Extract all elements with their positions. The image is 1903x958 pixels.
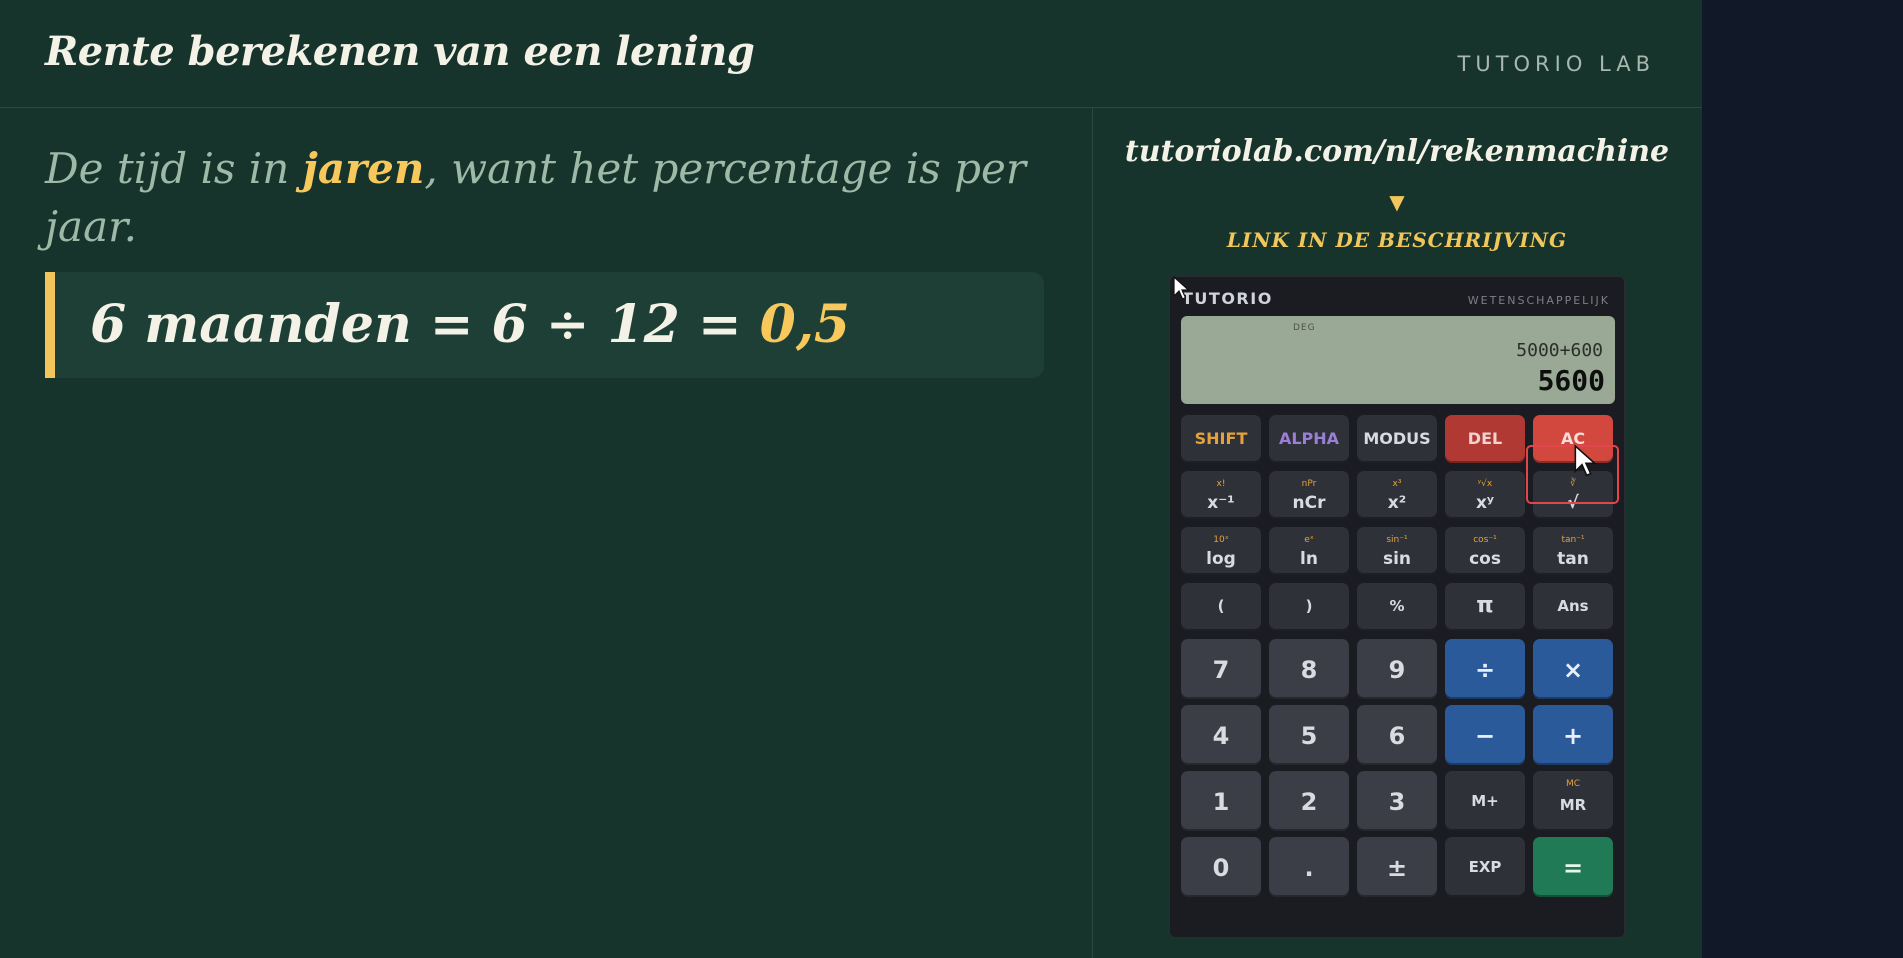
equation-text: 6 maanden = 6 ÷ 12 = <box>90 294 760 355</box>
digit-9-button[interactable]: 9 <box>1357 639 1437 699</box>
digit-5-button[interactable]: 5 <box>1269 705 1349 765</box>
angle-mode-indicator: DEG <box>1293 323 1316 333</box>
page-title: Rente berekenen van een lening <box>45 28 755 75</box>
equation-box: 6 maanden = 6 ÷ 12 = 0,5 <box>45 272 1044 378</box>
header-bar: Rente berekenen van een lening TUTORIO L… <box>0 0 1702 108</box>
digit-3-button[interactable]: 3 <box>1357 771 1437 831</box>
pi-button[interactable]: π <box>1445 583 1525 631</box>
right-paren-button[interactable]: ) <box>1269 583 1349 631</box>
digit-1-button[interactable]: 1 <box>1181 771 1261 831</box>
cursor-arrow-icon <box>1173 276 1191 300</box>
memory-add-button[interactable]: M+ <box>1445 771 1525 831</box>
divide-button[interactable]: ÷ <box>1445 639 1525 699</box>
lesson-highlight: jaren <box>302 144 425 193</box>
plus-button[interactable]: + <box>1533 705 1613 765</box>
focus-highlight <box>1526 445 1619 504</box>
power-button[interactable]: ʸ√x xʸ <box>1445 471 1525 519</box>
log-button[interactable]: 10ˣ log <box>1181 527 1261 575</box>
lesson-text-start: De tijd is in <box>45 144 303 193</box>
link-description: LINK IN DE BESCHRIJVING <box>1226 228 1568 252</box>
digit-6-button[interactable]: 6 <box>1357 705 1437 765</box>
calculator-url: tutoriolab.com/nl/rekenmachine <box>1124 134 1670 169</box>
cursor-pointer-icon <box>1574 444 1597 477</box>
cos-button[interactable]: cos⁻¹ cos <box>1445 527 1525 575</box>
ncr-button[interactable]: nPr nCr <box>1269 471 1349 519</box>
sin-button[interactable]: sin⁻¹ sin <box>1357 527 1437 575</box>
equals-button[interactable]: = <box>1533 837 1613 897</box>
calculator-brand: TUTORIO <box>1182 289 1273 308</box>
equation-result: 0,5 <box>759 294 851 355</box>
calculator-model: WETENSCHAPPELIJK <box>1467 294 1610 307</box>
lesson-text: De tijd is in jaren, want het percentage… <box>45 140 1045 256</box>
brand-label: TUTORIO LAB <box>1457 52 1655 76</box>
digit-2-button[interactable]: 2 <box>1269 771 1349 831</box>
reciprocal-button[interactable]: x! x⁻¹ <box>1181 471 1261 519</box>
tan-button[interactable]: tan⁻¹ tan <box>1533 527 1613 575</box>
percent-button[interactable]: % <box>1357 583 1437 631</box>
negate-button[interactable]: ± <box>1357 837 1437 897</box>
digit-7-button[interactable]: 7 <box>1181 639 1261 699</box>
minus-button[interactable]: − <box>1445 705 1525 765</box>
memory-recall-button[interactable]: MC MR <box>1533 771 1613 831</box>
equation: 6 maanden = 6 ÷ 12 = 0,5 <box>90 294 850 355</box>
digit-8-button[interactable]: 8 <box>1269 639 1349 699</box>
mode-button[interactable]: MODUS <box>1357 415 1437 463</box>
square-button[interactable]: x³ x² <box>1357 471 1437 519</box>
left-paren-button[interactable]: ( <box>1181 583 1261 631</box>
calculator-display: DEG 5000+600 5600 <box>1181 316 1615 404</box>
digit-4-button[interactable]: 4 <box>1181 705 1261 765</box>
calculator: TUTORIO WETENSCHAPPELIJK DEG 5000+600 56… <box>1169 276 1625 938</box>
arrow-down-icon: ▼ <box>1389 190 1405 214</box>
delete-button[interactable]: DEL <box>1445 415 1525 463</box>
shift-button[interactable]: SHIFT <box>1181 415 1261 463</box>
alpha-button[interactable]: ALPHA <box>1269 415 1349 463</box>
side-strip <box>1702 0 1903 958</box>
ln-button[interactable]: eˣ ln <box>1269 527 1349 575</box>
multiply-button[interactable]: × <box>1533 639 1613 699</box>
display-expression: 5000+600 <box>1516 340 1603 361</box>
exponent-button[interactable]: EXP <box>1445 837 1525 897</box>
display-result: 5600 <box>1537 364 1605 397</box>
decimal-point-button[interactable]: . <box>1269 837 1349 897</box>
digit-0-button[interactable]: 0 <box>1181 837 1261 897</box>
ans-button[interactable]: Ans <box>1533 583 1613 631</box>
